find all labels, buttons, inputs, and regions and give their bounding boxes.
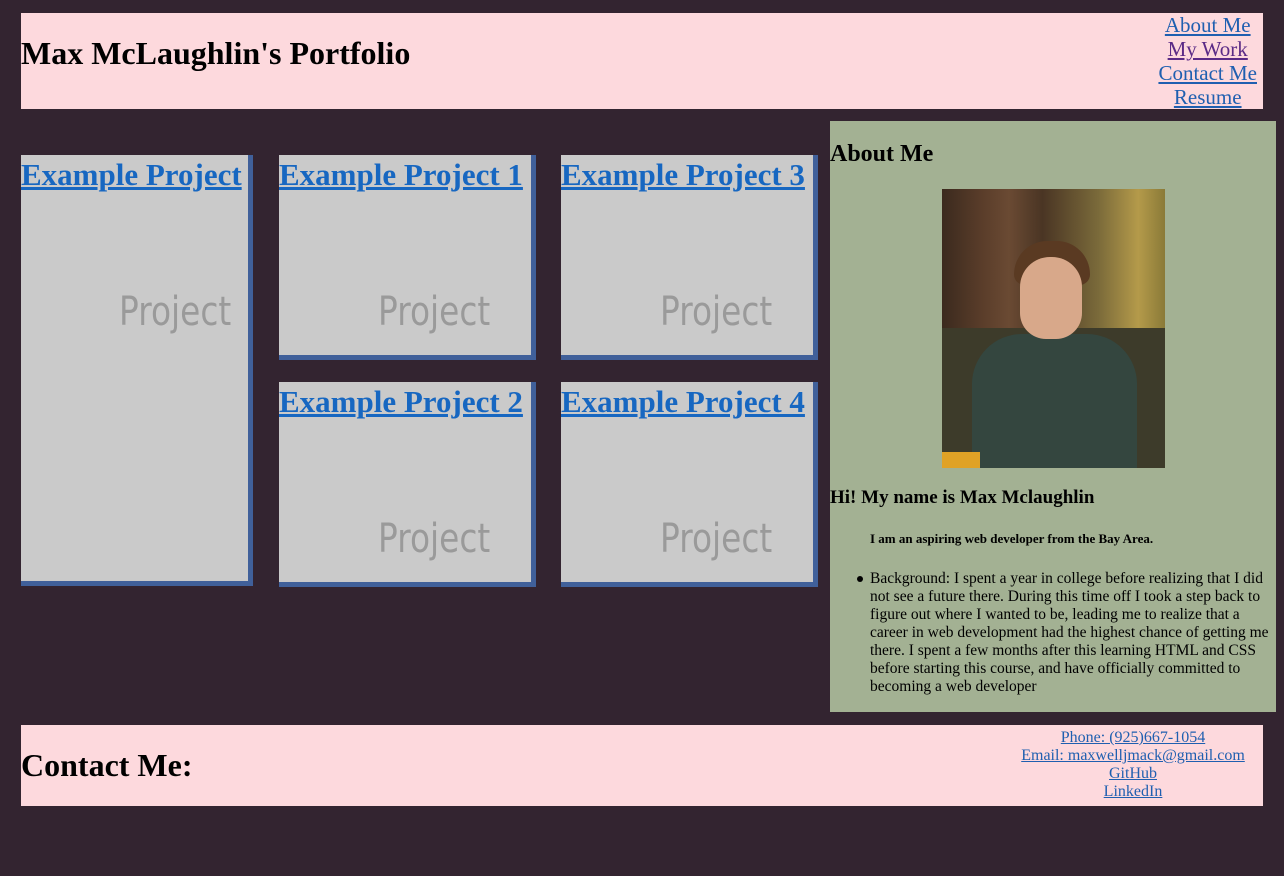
contact-heading: Contact Me:: [21, 747, 193, 783]
nav-about-me[interactable]: About Me: [1158, 13, 1257, 37]
main-nav: About Me My Work Contact Me Resume: [1158, 13, 1257, 109]
project-link-example[interactable]: Example Project: [21, 157, 242, 193]
project-placeholder-image: Project: [660, 516, 773, 562]
project-placeholder-image: Project: [660, 289, 773, 335]
project-link-3[interactable]: Example Project 3: [561, 157, 805, 193]
site-header: Max McLaughlin's Portfolio About Me My W…: [21, 13, 1263, 109]
project-card-1[interactable]: Example Project 1 Project: [279, 155, 536, 360]
project-link-2[interactable]: Example Project 2: [279, 384, 523, 420]
about-greeting: Hi! My name is Max Mclaughlin: [830, 487, 1095, 508]
nav-my-work[interactable]: My Work: [1158, 37, 1257, 61]
nav-resume[interactable]: Resume: [1158, 85, 1257, 109]
profile-photo: [942, 189, 1165, 468]
linkedin-link[interactable]: LinkedIn: [1003, 783, 1263, 801]
about-tagline: I am an aspiring web developer from the …: [870, 531, 1154, 546]
project-card-2[interactable]: Example Project 2 Project: [279, 382, 536, 587]
project-link-4[interactable]: Example Project 4: [561, 384, 805, 420]
about-list: Background: I spent a year in college be…: [857, 570, 1280, 696]
project-card-3[interactable]: Example Project 3 Project: [561, 155, 818, 360]
email-link[interactable]: Email: maxwelljmack@gmail.com: [1003, 747, 1263, 765]
project-card-4[interactable]: Example Project 4 Project: [561, 382, 818, 587]
project-placeholder-image: Project: [378, 516, 491, 562]
about-me-section: About Me Hi! My name is Max Mclaughlin I…: [830, 121, 1276, 712]
contact-links: Phone: (925)667-1054 Email: maxwelljmack…: [1003, 729, 1263, 801]
about-heading: About Me: [830, 141, 934, 167]
github-link[interactable]: GitHub: [1003, 765, 1263, 783]
phone-link[interactable]: Phone: (925)667-1054: [1003, 729, 1263, 747]
project-card-example[interactable]: Example Project Project: [21, 155, 253, 586]
project-placeholder-image: Project: [119, 289, 232, 335]
project-placeholder-image: Project: [378, 289, 491, 335]
background-item: Background: I spent a year in college be…: [857, 570, 1280, 696]
nav-contact-me[interactable]: Contact Me: [1158, 61, 1257, 85]
project-link-1[interactable]: Example Project 1: [279, 157, 523, 193]
site-title: Max McLaughlin's Portfolio: [21, 35, 411, 71]
contact-footer: Contact Me: Phone: (925)667-1054 Email: …: [21, 725, 1263, 806]
